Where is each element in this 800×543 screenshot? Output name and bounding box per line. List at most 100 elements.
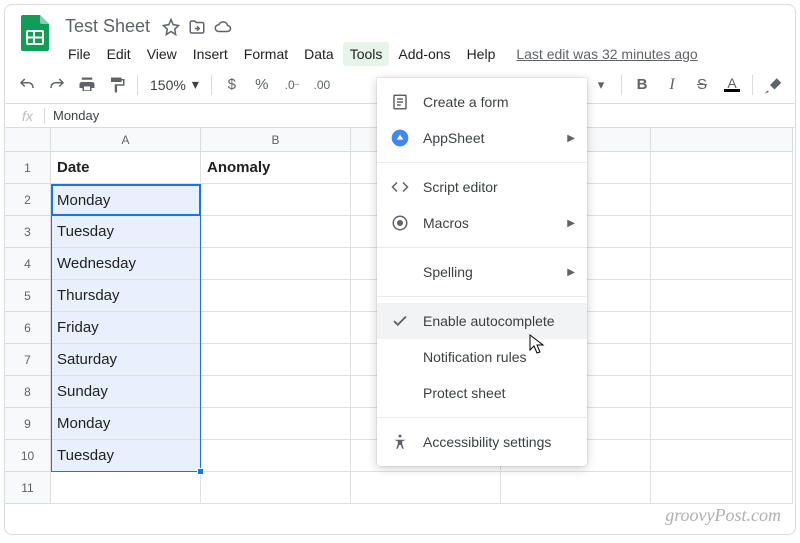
cell[interactable]: Tuesday xyxy=(51,216,201,248)
cell[interactable]: Date xyxy=(51,152,201,184)
undo-button[interactable] xyxy=(13,71,41,99)
cell[interactable] xyxy=(201,344,351,376)
row-header[interactable]: 8 xyxy=(5,376,51,408)
last-edit-link[interactable]: Last edit was 32 minutes ago xyxy=(516,46,697,62)
menu-tools[interactable]: Tools xyxy=(343,42,390,66)
cell[interactable]: Saturday xyxy=(51,344,201,376)
cell[interactable] xyxy=(651,408,793,440)
cell[interactable]: Friday xyxy=(51,312,201,344)
cloud-icon[interactable] xyxy=(214,18,232,36)
cell[interactable] xyxy=(651,344,793,376)
menu-format[interactable]: Format xyxy=(237,42,295,66)
cell[interactable] xyxy=(201,408,351,440)
font-size-dropdown[interactable]: ▾ xyxy=(587,71,615,99)
row-header[interactable]: 5 xyxy=(5,280,51,312)
row-header[interactable]: 9 xyxy=(5,408,51,440)
selection-handle[interactable] xyxy=(197,468,204,475)
row-header[interactable]: 1 xyxy=(5,152,51,184)
menu-script-editor[interactable]: Script editor xyxy=(377,169,587,205)
row-header[interactable]: 7 xyxy=(5,344,51,376)
row-header[interactable]: 6 xyxy=(5,312,51,344)
redo-button[interactable] xyxy=(43,71,71,99)
menu-notification-rules[interactable]: Notification rules xyxy=(377,339,587,375)
menu-spelling[interactable]: Spelling ▶ xyxy=(377,254,587,290)
menu-label: Create a form xyxy=(423,94,575,110)
row-header[interactable]: 2 xyxy=(5,184,51,216)
cell[interactable] xyxy=(201,280,351,312)
star-icon[interactable] xyxy=(162,18,180,36)
fill-color-button[interactable] xyxy=(759,71,787,99)
cell[interactable] xyxy=(651,472,793,504)
menu-label: AppSheet xyxy=(423,130,567,146)
menu-edit[interactable]: Edit xyxy=(100,42,138,66)
cell[interactable] xyxy=(501,472,651,504)
cell[interactable]: Sunday xyxy=(51,376,201,408)
cell[interactable] xyxy=(51,472,201,504)
cell[interactable] xyxy=(201,248,351,280)
cell[interactable] xyxy=(201,216,351,248)
menu-help[interactable]: Help xyxy=(460,42,503,66)
menu-appsheet[interactable]: AppSheet ▶ xyxy=(377,120,587,156)
sheets-logo[interactable] xyxy=(15,13,55,53)
cell[interactable] xyxy=(201,184,351,216)
bold-button[interactable]: B xyxy=(628,71,656,99)
cell[interactable] xyxy=(651,376,793,408)
menu-create-form[interactable]: Create a form xyxy=(377,84,587,120)
menu-macros[interactable]: Macros ▶ xyxy=(377,205,587,241)
zoom-select[interactable]: 150%▾ xyxy=(144,76,205,93)
menu-label: Script editor xyxy=(423,179,575,195)
cell[interactable]: Thursday xyxy=(51,280,201,312)
cell[interactable] xyxy=(651,216,793,248)
text-color-button[interactable]: A xyxy=(718,71,746,99)
cell[interactable] xyxy=(651,248,793,280)
col-header-a[interactable]: A xyxy=(51,128,201,152)
menu-label: Protect sheet xyxy=(423,385,575,401)
menu-file[interactable]: File xyxy=(61,42,98,66)
currency-button[interactable]: $ xyxy=(218,71,246,99)
move-icon[interactable] xyxy=(188,18,206,36)
submenu-arrow-icon: ▶ xyxy=(567,218,575,229)
menu-view[interactable]: View xyxy=(140,42,184,66)
row-header[interactable]: 11 xyxy=(5,472,51,504)
cell[interactable] xyxy=(351,472,501,504)
menu-label: Enable autocomplete xyxy=(423,313,575,329)
cell[interactable] xyxy=(651,312,793,344)
cell[interactable]: Anomaly xyxy=(201,152,351,184)
decrease-decimal-button[interactable]: .0_ xyxy=(278,71,306,99)
cell-active[interactable]: Monday xyxy=(51,184,201,216)
menu-enable-autocomplete[interactable]: Enable autocomplete xyxy=(377,303,587,339)
cell[interactable]: Monday xyxy=(51,408,201,440)
cell[interactable] xyxy=(201,472,351,504)
col-header-b[interactable]: B xyxy=(201,128,351,152)
check-icon xyxy=(389,310,411,332)
row-header[interactable]: 3 xyxy=(5,216,51,248)
menu-label: Spelling xyxy=(423,264,567,280)
formula-input[interactable]: Monday xyxy=(45,108,99,123)
cell[interactable]: Tuesday xyxy=(51,440,201,472)
print-button[interactable] xyxy=(73,71,101,99)
menu-data[interactable]: Data xyxy=(297,42,341,66)
cell[interactable] xyxy=(201,376,351,408)
row-header[interactable]: 4 xyxy=(5,248,51,280)
strikethrough-button[interactable]: S xyxy=(688,71,716,99)
increase-decimal-button[interactable]: .00 xyxy=(308,71,336,99)
percent-button[interactable]: % xyxy=(248,71,276,99)
cell[interactable] xyxy=(201,440,351,472)
cell[interactable] xyxy=(651,440,793,472)
paint-format-button[interactable] xyxy=(103,71,131,99)
menu-protect-sheet[interactable]: Protect sheet xyxy=(377,375,587,411)
cell[interactable]: Wednesday xyxy=(51,248,201,280)
row-header[interactable]: 10 xyxy=(5,440,51,472)
menu-addons[interactable]: Add-ons xyxy=(391,42,457,66)
cell[interactable] xyxy=(201,312,351,344)
select-all-corner[interactable] xyxy=(5,128,51,152)
appsheet-icon xyxy=(389,127,411,149)
cell[interactable] xyxy=(651,280,793,312)
menu-insert[interactable]: Insert xyxy=(186,42,235,66)
cell[interactable] xyxy=(651,184,793,216)
doc-title[interactable]: Test Sheet xyxy=(61,15,154,38)
col-header-e[interactable] xyxy=(651,128,793,152)
italic-button[interactable]: I xyxy=(658,71,686,99)
cell[interactable] xyxy=(651,152,793,184)
menu-accessibility[interactable]: Accessibility settings xyxy=(377,424,587,460)
